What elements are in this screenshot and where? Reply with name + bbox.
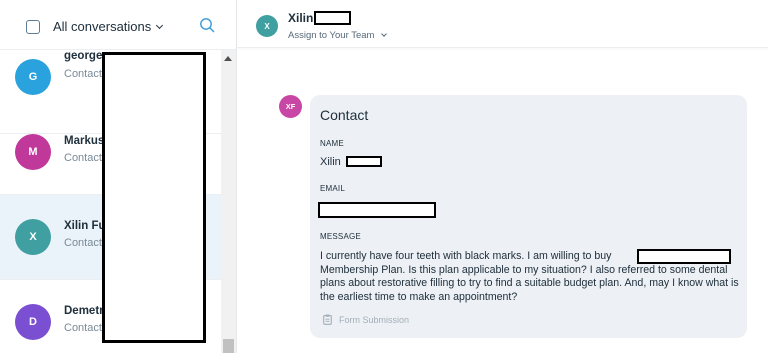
avatar: M: [15, 134, 51, 170]
conversation-subtitle: Contact: [64, 152, 102, 164]
redaction-box: [102, 52, 206, 343]
conversation-filter-label: All conversations: [53, 19, 151, 34]
clipboard-icon: [323, 314, 332, 325]
conversation-header: X Xilin Assign to Your Team: [237, 0, 768, 48]
name-label: NAME: [320, 139, 344, 148]
chevron-down-icon: [156, 22, 163, 29]
message-label: MESSAGE: [320, 232, 361, 241]
conversation-subtitle: Contact: [64, 68, 102, 80]
avatar: X: [15, 219, 51, 255]
conversation-name: Demetr: [64, 305, 104, 317]
redaction-box: [637, 249, 731, 264]
form-submission-card: Contact NAME Xilin EMAIL MESSAGE I curre…: [310, 95, 747, 338]
conversation-subtitle: Contact: [64, 322, 102, 334]
form-submission-footer: Form Submission: [323, 314, 409, 325]
redaction-box: [318, 202, 436, 218]
avatar: X: [256, 15, 278, 37]
conversation-list-header: All conversations: [0, 0, 236, 50]
card-title: Contact: [320, 107, 368, 123]
assign-team-label: Assign to Your Team: [288, 30, 374, 41]
search-icon[interactable]: [199, 17, 215, 33]
message-text-part: I currently have four teeth with black m…: [320, 250, 611, 262]
scrollbar-thumb[interactable]: [223, 339, 234, 353]
conversation-name: george: [64, 50, 102, 62]
chevron-down-icon: [382, 31, 388, 37]
conversation-subtitle: Contact: [64, 237, 102, 249]
conversation-filter-dropdown[interactable]: All conversations: [53, 19, 162, 34]
conversation-detail-pane: X Xilin Assign to Your Team XF Contact N…: [237, 0, 768, 353]
conversation-name: Markus: [64, 135, 104, 147]
avatar: G: [15, 59, 51, 95]
message-text-part: Membership Plan. Is this plan applicable…: [320, 264, 739, 303]
assign-team-dropdown[interactable]: Assign to Your Team: [288, 30, 386, 41]
form-submission-label: Form Submission: [339, 315, 409, 325]
conversation-name: Xilin Fu: [64, 220, 106, 232]
name-value: Xilin: [320, 156, 341, 168]
email-label: EMAIL: [320, 184, 345, 193]
avatar: XF: [279, 95, 302, 118]
conversation-list-pane: All conversations G george Contact M Mar…: [0, 0, 237, 353]
contact-name: Xilin: [288, 11, 313, 25]
select-all-checkbox[interactable]: [26, 20, 40, 34]
redaction-box: [346, 156, 382, 167]
conversation-list-scrollbar[interactable]: [221, 50, 236, 353]
scroll-up-arrow-icon[interactable]: [224, 56, 232, 61]
avatar: D: [15, 304, 51, 340]
redaction-box: [314, 11, 351, 25]
